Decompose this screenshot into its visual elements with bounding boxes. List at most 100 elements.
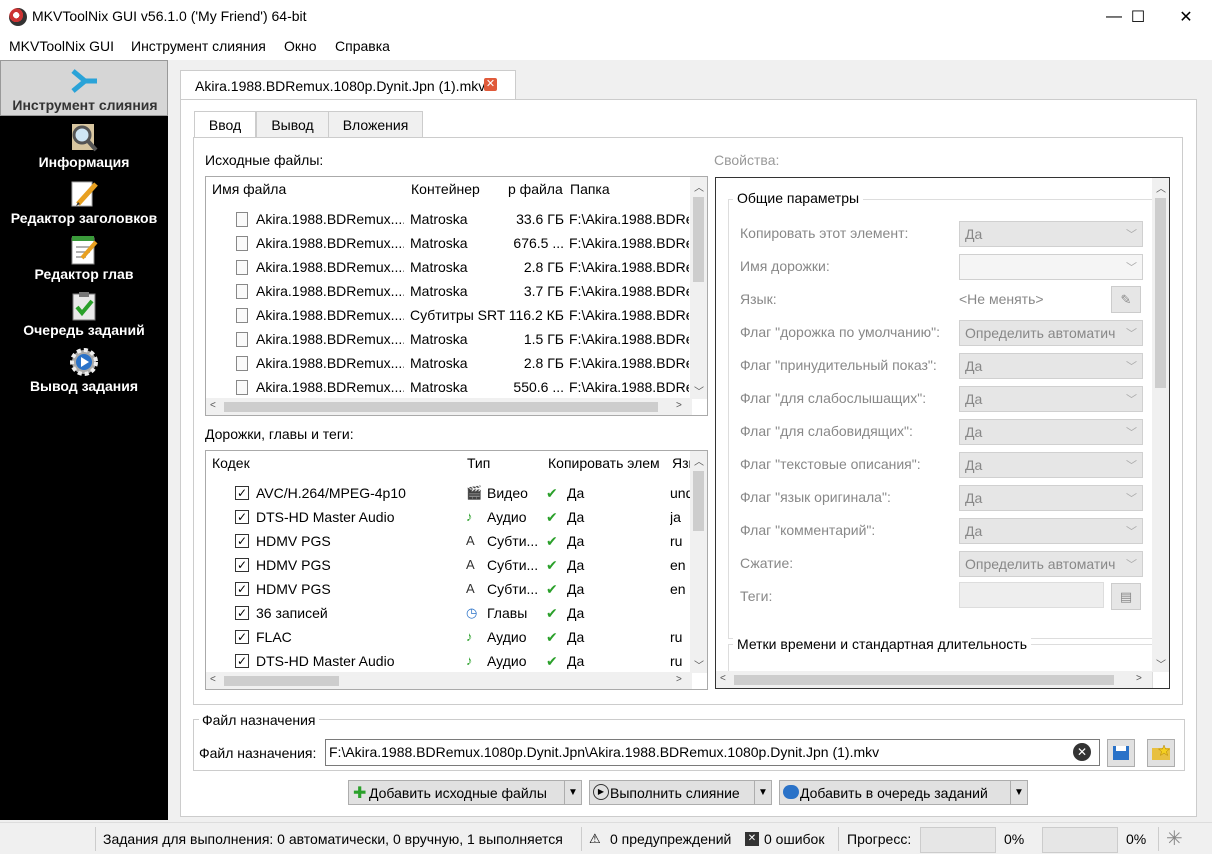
tab-attachments[interactable]: Вложения — [328, 111, 423, 138]
property-combo[interactable]: Да ﹀ — [959, 518, 1143, 544]
sidebar-item-job-output[interactable]: Вывод задания — [0, 342, 168, 398]
tracks-vscroll[interactable]: ︿ ﹀ — [690, 451, 707, 673]
tab-input[interactable]: Ввод — [194, 111, 256, 140]
property-combo[interactable]: Определить автоматич ﹀ — [959, 551, 1143, 577]
column-header[interactable]: Контейнер — [411, 181, 506, 197]
file-icon — [236, 212, 248, 227]
table-cell: F:\Akira.1988.BDRe — [569, 235, 689, 251]
track-checkbox[interactable]: ✓ — [235, 510, 249, 524]
track-row[interactable]: ✓ 36 записей ◷ Главы ✔ Да — [206, 602, 707, 626]
sidebar-item-label: Очередь заданий — [23, 322, 145, 338]
property-combo[interactable]: Да ﹀ — [959, 419, 1143, 445]
chevron-down-icon[interactable]: ▼ — [1010, 781, 1027, 804]
menu-mkvtoolnix[interactable]: MKVToolNix GUI — [9, 38, 114, 54]
sidebar-item-info[interactable]: Информация — [0, 118, 168, 174]
properties-vscroll[interactable]: ︿ ﹀ — [1152, 178, 1169, 672]
start-multiplexing-button[interactable]: ▶ Выполнить слияние ▼ — [589, 780, 772, 805]
codec-cell: DTS-HD Master Audio — [256, 653, 395, 669]
codec-cell: HDMV PGS — [256, 581, 331, 597]
table-row[interactable]: Akira.1988.BDRemux.... Matroska 1.5 ГБ F:\A… — [206, 328, 707, 352]
warnings-count[interactable]: 0 предупреждений — [610, 831, 731, 847]
track-row[interactable]: ✓ HDMV PGS A Субти... ✔ Да en — [206, 578, 707, 602]
property-combo[interactable]: Да ﹀ — [959, 452, 1143, 478]
properties-hscroll[interactable]: < > — [716, 671, 1152, 688]
sidebar-item-merge[interactable]: Инструмент слияния — [0, 60, 168, 116]
add-to-queue-button[interactable]: Добавить в очередь заданий ▼ — [779, 780, 1028, 805]
browse-tags-icon[interactable]: ▤ — [1111, 583, 1141, 610]
edit-language-icon[interactable]: ✎ — [1111, 286, 1141, 313]
track-checkbox[interactable]: ✓ — [235, 558, 249, 572]
chevron-down-icon[interactable]: ▼ — [754, 781, 771, 804]
save-as-button[interactable] — [1107, 739, 1135, 767]
sidebar-item-label: Редактор заголовков — [10, 210, 158, 226]
track-row[interactable]: ✓ AVC/H.264/MPEG-4p10 🎬 Видео ✔ Да und — [206, 482, 707, 506]
close-window-button[interactable]: ✕ — [1163, 0, 1209, 34]
table-row[interactable]: Akira.1988.BDRemux.... Matroska 33.6 ГБ F:\… — [206, 208, 707, 232]
track-checkbox[interactable]: ✓ — [235, 630, 249, 644]
column-header[interactable]: Копировать элем — [548, 455, 666, 471]
sidebar-item-chapter-editor[interactable]: Редактор глав — [0, 230, 168, 286]
column-header[interactable]: Язы — [672, 455, 692, 471]
table-row[interactable]: Akira.1988.BDRemux.... Субтитры SRT 116.2 … — [206, 304, 707, 328]
table-cell: Akira.1988.BDRemux.... — [256, 379, 404, 395]
table-row[interactable]: Akira.1988.BDRemux.... Matroska 3.7 ГБ F:\A… — [206, 280, 707, 304]
track-row[interactable]: ✓ FLAC ♪ Аудио ✔ Да ru — [206, 626, 707, 650]
column-header[interactable]: Тип — [467, 455, 537, 471]
track-checkbox[interactable]: ✓ — [235, 606, 249, 620]
table-cell: Akira.1988.BDRemux.... — [256, 259, 404, 275]
track-checkbox[interactable]: ✓ — [235, 486, 249, 500]
errors-count[interactable]: 0 ошибок — [764, 831, 824, 847]
menu-window[interactable]: Окно — [284, 38, 317, 54]
track-row[interactable]: ✓ DTS-HD Master Audio ♪ Аудио ✔ Да ru — [206, 650, 707, 674]
property-combo[interactable]: ﹀ — [959, 254, 1143, 280]
column-header[interactable]: Имя файла — [212, 181, 402, 197]
property-combo[interactable]: Определить автоматич ﹀ — [959, 320, 1143, 346]
table-cell: F:\Akira.1988.BDRe — [569, 379, 689, 395]
tracks-hscroll[interactable]: < > — [206, 672, 692, 689]
maximize-button[interactable]: ☐ — [1115, 0, 1161, 34]
tab-output[interactable]: Вывод — [256, 111, 329, 138]
language-cell: und — [670, 485, 690, 501]
property-combo[interactable]: Да ﹀ — [959, 221, 1143, 247]
destination-value: F:\Akira.1988.BDRemux.1080p.Dynit.Jpn\Ak… — [329, 744, 880, 760]
warning-icon[interactable]: ⚠ — [589, 831, 601, 847]
column-header[interactable]: Папка — [570, 181, 690, 197]
sidebar: Инструмент слияния Информация Редактор з… — [0, 60, 168, 820]
open-folder-button[interactable] — [1147, 739, 1175, 767]
table-row[interactable]: Akira.1988.BDRemux.... Matroska 2.8 ГБ F:\A… — [206, 352, 707, 376]
property-combo[interactable]: Да ﹀ — [959, 353, 1143, 379]
sidebar-item-header-editor[interactable]: Редактор заголовков — [0, 174, 168, 230]
sidebar-item-job-queue[interactable]: Очередь заданий — [0, 286, 168, 342]
table-row[interactable]: Akira.1988.BDRemux.... Matroska 2.8 ГБ F:\A… — [206, 256, 707, 280]
document-tab[interactable]: Akira.1988.BDRemux.1080p.Dynit.Jpn (1).m… — [180, 70, 516, 100]
menu-help[interactable]: Справка — [335, 38, 390, 54]
close-tab-icon[interactable]: ✕ — [484, 78, 497, 91]
track-row[interactable]: ✓ DTS-HD Master Audio ♪ Аудио ✔ Да ja — [206, 506, 707, 530]
destination-input[interactable]: F:\Akira.1988.BDRemux.1080p.Dynit.Jpn\Ak… — [325, 739, 1100, 766]
track-checkbox[interactable]: ✓ — [235, 582, 249, 596]
tracks-list[interactable]: Кодек Тип Копировать элем Язы ✓ AVC/H.264… — [205, 450, 708, 690]
track-row[interactable]: ✓ HDMV PGS A Субти... ✔ Да ru — [206, 530, 707, 554]
track-row[interactable]: ✓ HDMV PGS A Субти... ✔ Да en — [206, 554, 707, 578]
table-row[interactable]: Akira.1988.BDRemux.... Matroska 550.6 ... F… — [206, 376, 707, 400]
column-header[interactable]: р файла — [508, 181, 564, 197]
error-icon[interactable]: ✕ — [745, 832, 759, 846]
source-files-vscroll[interactable]: ︿ ﹀ — [690, 177, 707, 399]
property-combo[interactable]: Да ﹀ — [959, 485, 1143, 511]
clear-icon[interactable]: ✕ — [1073, 743, 1091, 761]
source-files-list[interactable]: Имя файла Контейнер р файла Папка Akira.… — [205, 176, 708, 416]
track-checkbox[interactable]: ✓ — [235, 654, 249, 668]
chevron-down-icon[interactable]: ▼ — [564, 781, 581, 804]
property-value: Да — [965, 358, 983, 374]
add-source-files-button[interactable]: ✚ Добавить исходные файлы ▼ — [348, 780, 582, 805]
table-cell: F:\Akira.1988.BDRe — [569, 307, 689, 323]
tags-input[interactable] — [959, 582, 1104, 608]
track-checkbox[interactable]: ✓ — [235, 534, 249, 548]
property-combo[interactable]: Да ﹀ — [959, 386, 1143, 412]
progress-label: Прогресс: — [847, 831, 912, 847]
menu-merge-tool[interactable]: Инструмент слияния — [131, 38, 266, 54]
column-header[interactable]: Кодек — [212, 455, 452, 471]
table-cell: Matroska — [410, 211, 468, 227]
source-files-hscroll[interactable]: < > — [206, 398, 692, 415]
table-row[interactable]: Akira.1988.BDRemux.... Matroska 676.5 ... F… — [206, 232, 707, 256]
